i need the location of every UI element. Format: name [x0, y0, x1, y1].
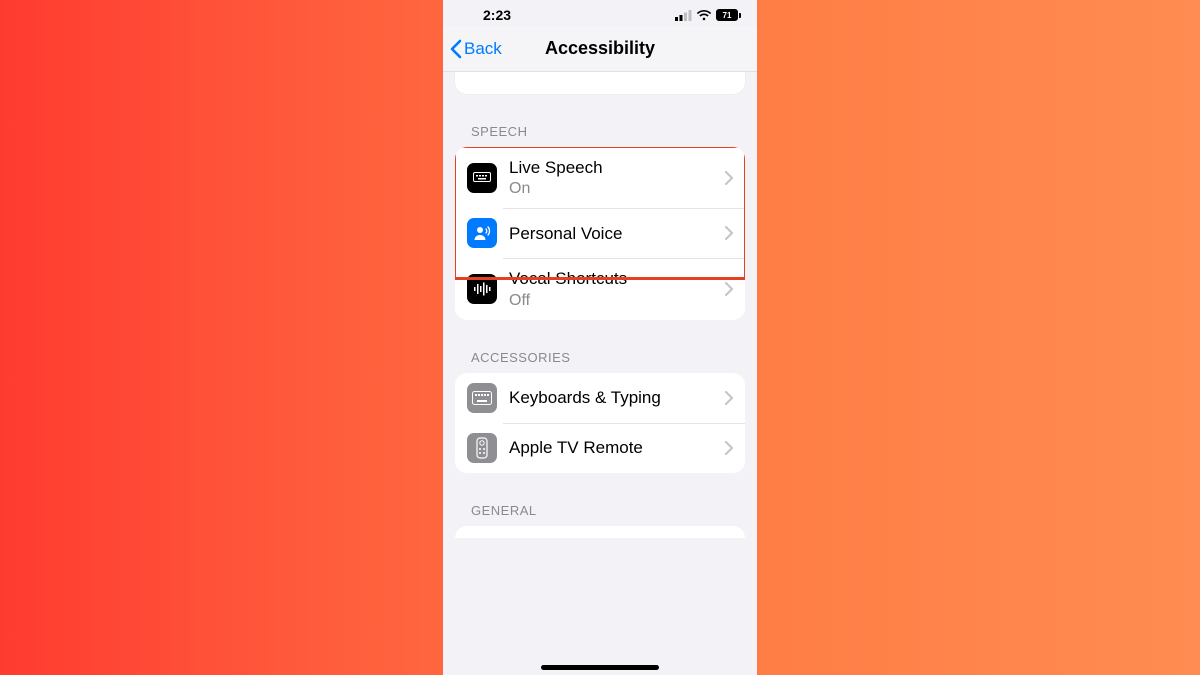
chevron-right-icon — [725, 226, 733, 240]
person-voice-icon — [467, 218, 497, 248]
previous-group-edge — [455, 72, 745, 94]
group-general — [455, 526, 745, 538]
row-label: Vocal Shortcuts — [509, 268, 719, 289]
status-icons: 71 — [675, 9, 741, 21]
group-speech: Live Speech On Personal Voice — [455, 147, 745, 320]
row-keyboards-typing[interactable]: Keyboards & Typing — [455, 373, 745, 423]
row-label: Personal Voice — [509, 223, 719, 244]
status-time: 2:23 — [483, 7, 511, 23]
row-label: Apple TV Remote — [509, 437, 719, 458]
chevron-right-icon — [725, 282, 733, 296]
phone-frame: 2:23 71 Back Accessibility SPEECH — [443, 0, 757, 675]
row-vocal-shortcuts[interactable]: Vocal Shortcuts Off — [455, 258, 745, 319]
chevron-right-icon — [725, 391, 733, 405]
cellular-icon — [675, 10, 692, 21]
tv-remote-icon — [467, 433, 497, 463]
keyboard-icon — [467, 383, 497, 413]
section-header-speech: SPEECH — [443, 94, 757, 147]
status-bar: 2:23 71 — [443, 0, 757, 26]
wifi-icon — [696, 9, 712, 21]
chevron-right-icon — [725, 441, 733, 455]
row-label: Keyboards & Typing — [509, 387, 719, 408]
section-header-accessories: ACCESSORIES — [443, 320, 757, 373]
battery-icon: 71 — [716, 9, 741, 21]
section-header-general: GENERAL — [443, 473, 757, 526]
row-label: Live Speech — [509, 157, 719, 178]
settings-scroll[interactable]: SPEECH Live Speech On — [443, 72, 757, 675]
row-sub: On — [509, 179, 719, 198]
row-sub: Off — [509, 291, 719, 310]
keyboard-speech-icon — [467, 163, 497, 193]
chevron-right-icon — [725, 171, 733, 185]
row-live-speech[interactable]: Live Speech On — [455, 147, 745, 208]
page-title: Accessibility — [443, 38, 757, 59]
row-personal-voice[interactable]: Personal Voice — [455, 208, 745, 258]
waveform-icon — [467, 274, 497, 304]
group-accessories: Keyboards & Typing Apple TV Remote — [455, 373, 745, 473]
nav-bar: Back Accessibility — [443, 26, 757, 72]
row-apple-tv-remote[interactable]: Apple TV Remote — [455, 423, 745, 473]
home-indicator[interactable] — [541, 665, 659, 670]
